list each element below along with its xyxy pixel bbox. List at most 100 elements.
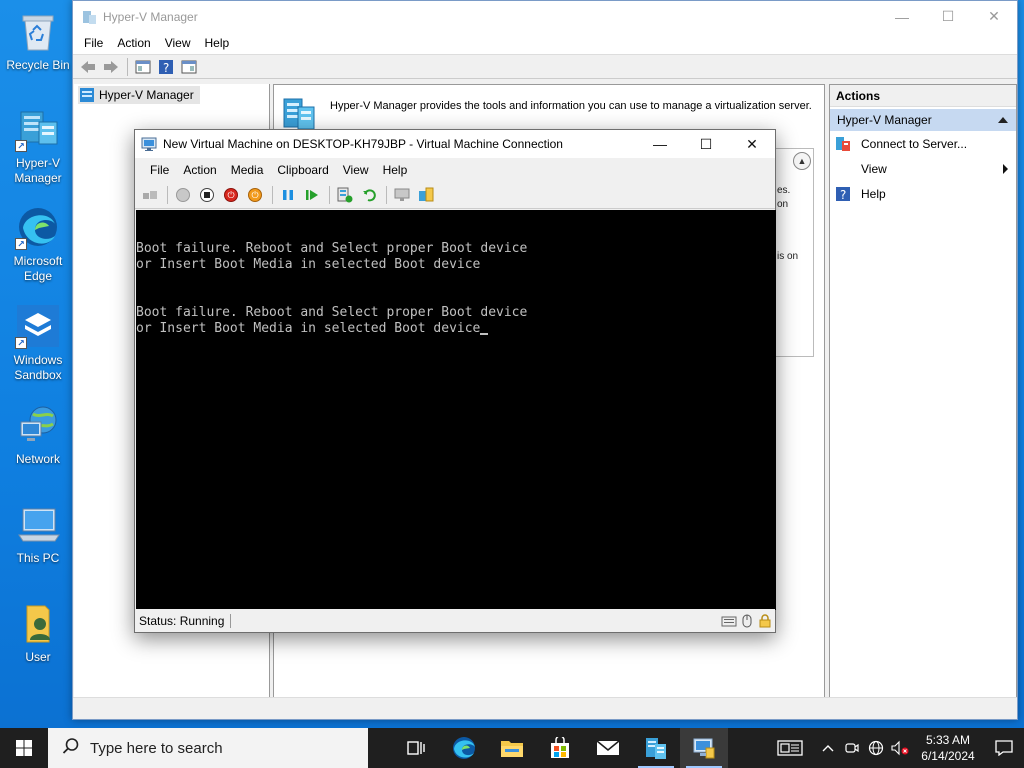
action-help[interactable]: ? Help [830,181,1016,206]
show-hide-action-pane-button[interactable] [178,57,200,77]
desktop-icon-label: Windows Sandbox [13,353,63,382]
vm-statusbar: Status: Running [135,609,775,632]
desktop-icon-hyperv-manager[interactable]: ↗ Hyper-V Manager [4,106,72,186]
share-button[interactable] [415,185,437,205]
action-connect-to-server[interactable]: Connect to Server... [830,131,1016,156]
text-cursor [480,321,489,335]
recycle-bin-icon [15,8,61,54]
vm-toolbar: ⏻ ⏻ [135,182,775,209]
forward-button[interactable] [100,57,122,77]
taskbar-mail[interactable] [584,728,632,768]
search-icon [62,737,80,759]
back-button[interactable] [77,57,99,77]
vm-menu-media[interactable]: Media [224,159,271,181]
volume-muted-icon[interactable] [888,728,912,768]
menu-view[interactable]: View [158,32,198,54]
tree-item-hyperv-manager[interactable]: Hyper-V Manager [78,86,200,104]
shut-down-button[interactable]: ⏻ [220,185,242,205]
desktop-icon-this-pc[interactable]: This PC [4,501,72,566]
close-button[interactable]: ✕ [971,1,1017,32]
svg-text:?: ? [163,61,169,75]
share-icon [419,187,434,202]
task-view-icon [407,741,425,755]
task-view-button[interactable] [392,728,440,768]
user-folder-icon [15,600,61,646]
hyperv-description: Hyper-V Manager provides the tools and i… [330,100,812,112]
clock-time: 5:33 AM [925,733,971,747]
menu-help[interactable]: Help [198,32,237,54]
vm-minimize-button[interactable]: — [637,130,683,158]
network-globe-icon[interactable] [864,728,888,768]
action-label: Connect to Server... [861,136,968,151]
vm-maximize-button[interactable]: ☐ [683,130,729,158]
desktop-icon-network[interactable]: Network [4,402,72,467]
edge-icon [453,737,475,759]
minimize-button[interactable]: — [879,1,925,32]
forward-arrow-icon [104,60,118,73]
store-icon [551,737,569,758]
meet-now-icon[interactable] [840,728,864,768]
vm-menu-help[interactable]: Help [376,159,415,181]
shut-down-icon: ⏻ [224,188,238,202]
menu-file[interactable]: File [77,32,110,54]
actions-header: Actions [830,85,1016,107]
resume-button[interactable] [301,185,323,205]
show-hidden-icons-chevron-icon[interactable] [816,728,840,768]
turn-off-button[interactable] [196,185,218,205]
action-pane-icon [181,60,197,73]
menu-action[interactable]: Action [110,32,157,54]
vm-menu-view[interactable]: View [336,159,376,181]
desktop-icon-label: Network [15,452,60,466]
taskbar-search-box[interactable]: Type here to search [48,728,368,768]
enhanced-session-icon [394,188,410,201]
actions-section-hyperv-manager[interactable]: Hyper-V Manager [830,109,1016,131]
sandbox-icon: ↗ [15,303,61,349]
vm-titlebar[interactable]: New Virtual Machine on DESKTOP-KH79JBP -… [135,130,775,158]
vm-menu-clipboard[interactable]: Clipboard [270,159,335,181]
start-button[interactable] [0,728,48,768]
vm-window-title: New Virtual Machine on DESKTOP-KH79JBP -… [163,137,563,151]
help-icon: ? [159,59,173,75]
help-toolbar-button[interactable]: ? [155,57,177,77]
enhanced-session-button[interactable] [391,185,413,205]
desktop-icon-user[interactable]: User [4,600,72,665]
revert-button[interactable] [358,185,380,205]
vm-menubar: File Action Media Clipboard View Help [135,158,775,182]
vm-console-screen[interactable]: Boot failure. Reboot and Select proper B… [136,210,776,610]
pause-button[interactable] [277,185,299,205]
computer-icon [15,501,61,547]
save-button[interactable]: ⏻ [244,185,266,205]
desktop-icon-microsoft-edge[interactable]: ↗ Microsoft Edge [4,204,72,284]
maximize-button[interactable]: ☐ [925,1,971,32]
action-view[interactable]: View [830,156,1016,181]
taskbar-edge[interactable] [440,728,488,768]
vm-close-button[interactable]: ✕ [729,130,775,158]
show-hide-console-tree-button[interactable] [132,57,154,77]
system-tray: 5:33 AM 6/14/2024 [770,728,1024,768]
taskbar-vm-connection[interactable] [680,728,728,768]
desktop-icon-windows-sandbox[interactable]: ↗ Windows Sandbox [4,303,72,383]
start-button[interactable] [172,185,194,205]
desktop-icon-label: This PC [16,551,60,565]
vm-menu-file[interactable]: File [143,159,176,181]
taskbar-clock[interactable]: 5:33 AM 6/14/2024 [912,732,984,764]
panel-text-fragment: on [777,199,789,210]
checkpoint-button[interactable] [334,185,356,205]
notification-center-button[interactable] [984,728,1024,768]
hyperv-server-icon [282,97,316,131]
connect-server-icon [835,136,851,152]
taskbar-hyperv-manager[interactable] [632,728,680,768]
desktop-icon-label: Microsoft Edge [13,254,63,283]
vm-connection-icon [693,738,715,759]
notification-icon [995,740,1013,756]
ctrl-alt-del-button[interactable] [139,185,161,205]
collapse-caret-icon[interactable] [998,117,1008,123]
vm-menu-action[interactable]: Action [176,159,223,181]
taskbar-file-explorer[interactable] [488,728,536,768]
news-widget-icon[interactable] [770,728,810,768]
windows-logo-icon [16,740,32,756]
taskbar-store[interactable] [536,728,584,768]
collapse-chevron-icon[interactable]: ▲ [793,152,811,170]
hyperv-titlebar[interactable]: Hyper-V Manager — ☐ ✕ [73,1,1017,32]
desktop-icon-recycle-bin[interactable]: Recycle Bin [4,8,72,73]
